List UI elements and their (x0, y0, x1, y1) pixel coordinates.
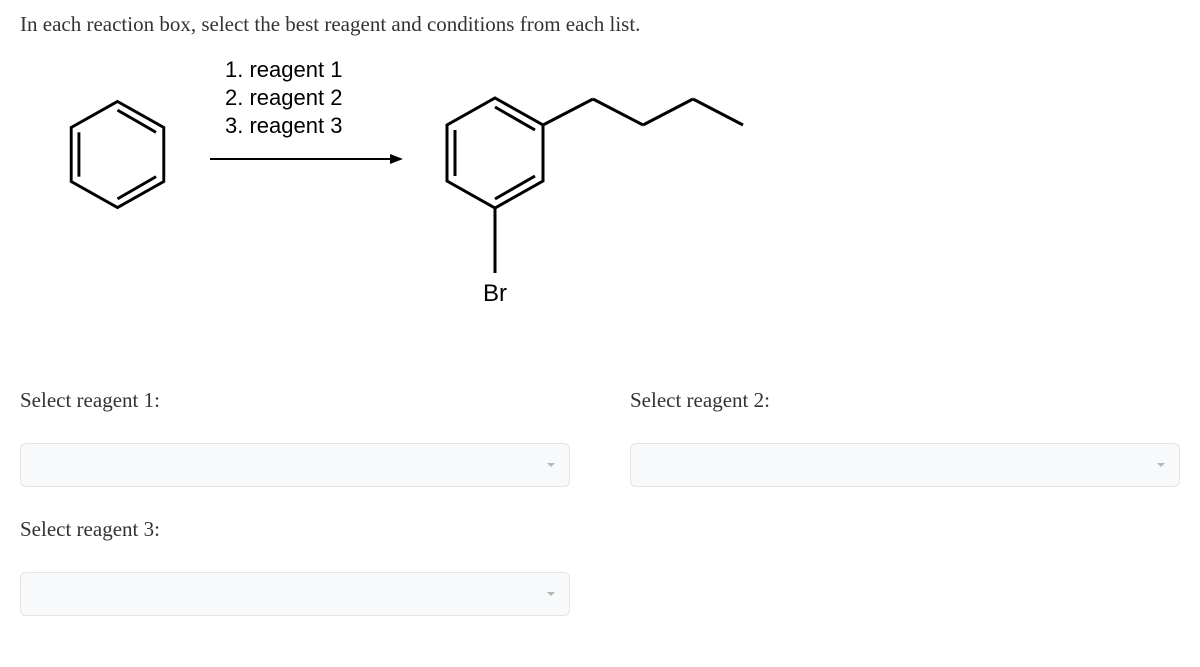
reagent-3-label: Select reagent 3: (20, 517, 570, 542)
selector-grid: Select reagent 1: Select reagent 2: Sele… (20, 388, 1180, 616)
product-structure: Br (425, 63, 765, 328)
reagent-2-label: Select reagent 2: (630, 388, 1180, 413)
reagent-line-2: 2. reagent 2 (225, 85, 342, 111)
reagent-1-group: Select reagent 1: (20, 388, 570, 487)
reaction-arrow (205, 149, 405, 169)
product-molecule: Br (425, 63, 765, 323)
reagent-3-dropdown[interactable] (20, 572, 570, 616)
reagent-line-1: 1. reagent 1 (225, 57, 342, 83)
instruction-text: In each reaction box, select the best re… (20, 12, 1180, 37)
br-label: Br (483, 280, 507, 307)
reagent-list: 1. reagent 1 2. reagent 2 3. reagent 3 (225, 57, 342, 141)
reagent-1-dropdown[interactable] (20, 443, 570, 487)
starting-material (50, 87, 185, 227)
reagent-2-group: Select reagent 2: (630, 388, 1180, 487)
benzene-structure (50, 87, 185, 222)
chevron-down-icon (547, 592, 555, 596)
reagent-3-group: Select reagent 3: (20, 517, 570, 616)
reagent-line-3: 3. reagent 3 (225, 113, 342, 139)
chevron-down-icon (547, 463, 555, 467)
chevron-down-icon (1157, 463, 1165, 467)
reaction-scheme: 1. reagent 1 2. reagent 2 3. reagent 3 B… (20, 57, 1180, 328)
reaction-arrow-section: 1. reagent 1 2. reagent 2 3. reagent 3 (205, 57, 405, 169)
reagent-1-label: Select reagent 1: (20, 388, 570, 413)
reagent-2-dropdown[interactable] (630, 443, 1180, 487)
